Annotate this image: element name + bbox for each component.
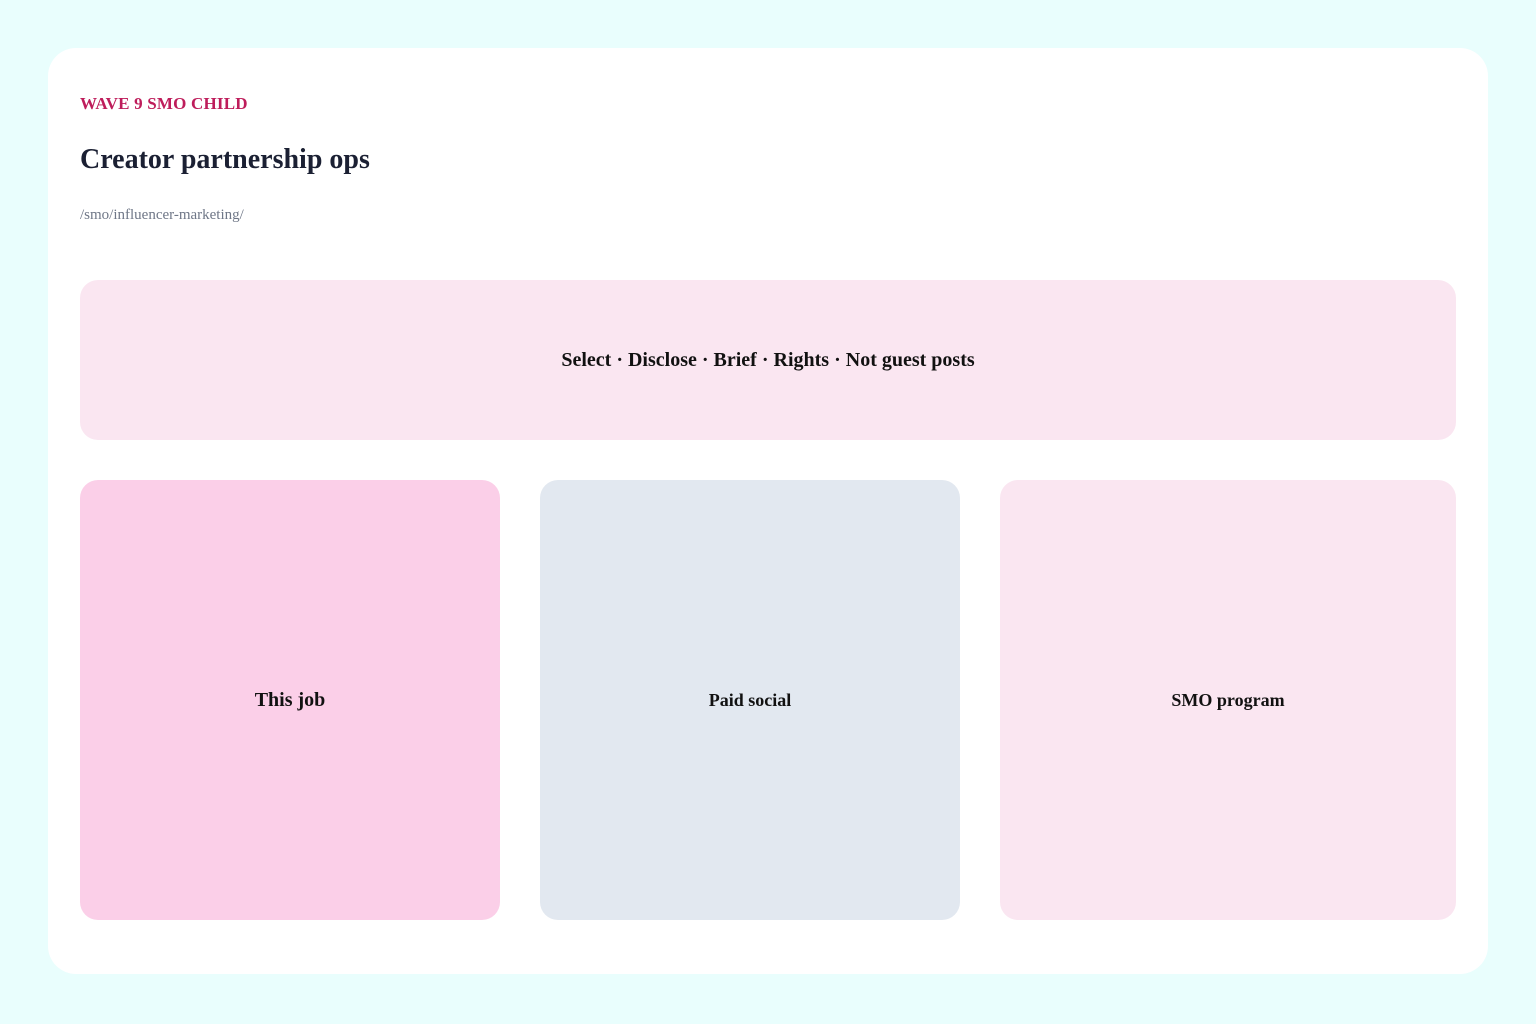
page-path: /smo/influencer-marketing/ bbox=[80, 207, 244, 223]
tile-this-job[interactable]: This job bbox=[80, 480, 500, 920]
tile-label: Paid social bbox=[708, 689, 792, 710]
steps-banner: Select · Disclose · Brief · Rights · Not… bbox=[80, 280, 1456, 440]
main-card: WAVE 9 SMO CHILD Creator partnership ops… bbox=[48, 48, 1488, 974]
steps-banner-text: Select · Disclose · Brief · Rights · Not… bbox=[561, 348, 975, 371]
tile-label: SMO program bbox=[1171, 689, 1285, 710]
eyebrow-label: WAVE 9 SMO CHILD bbox=[80, 94, 248, 113]
tile-smo-program[interactable]: SMO program bbox=[1000, 480, 1456, 920]
tile-paid-social[interactable]: Paid social bbox=[540, 480, 960, 920]
page-title: Creator partnership ops bbox=[80, 144, 370, 175]
tile-label: This job bbox=[254, 688, 326, 711]
